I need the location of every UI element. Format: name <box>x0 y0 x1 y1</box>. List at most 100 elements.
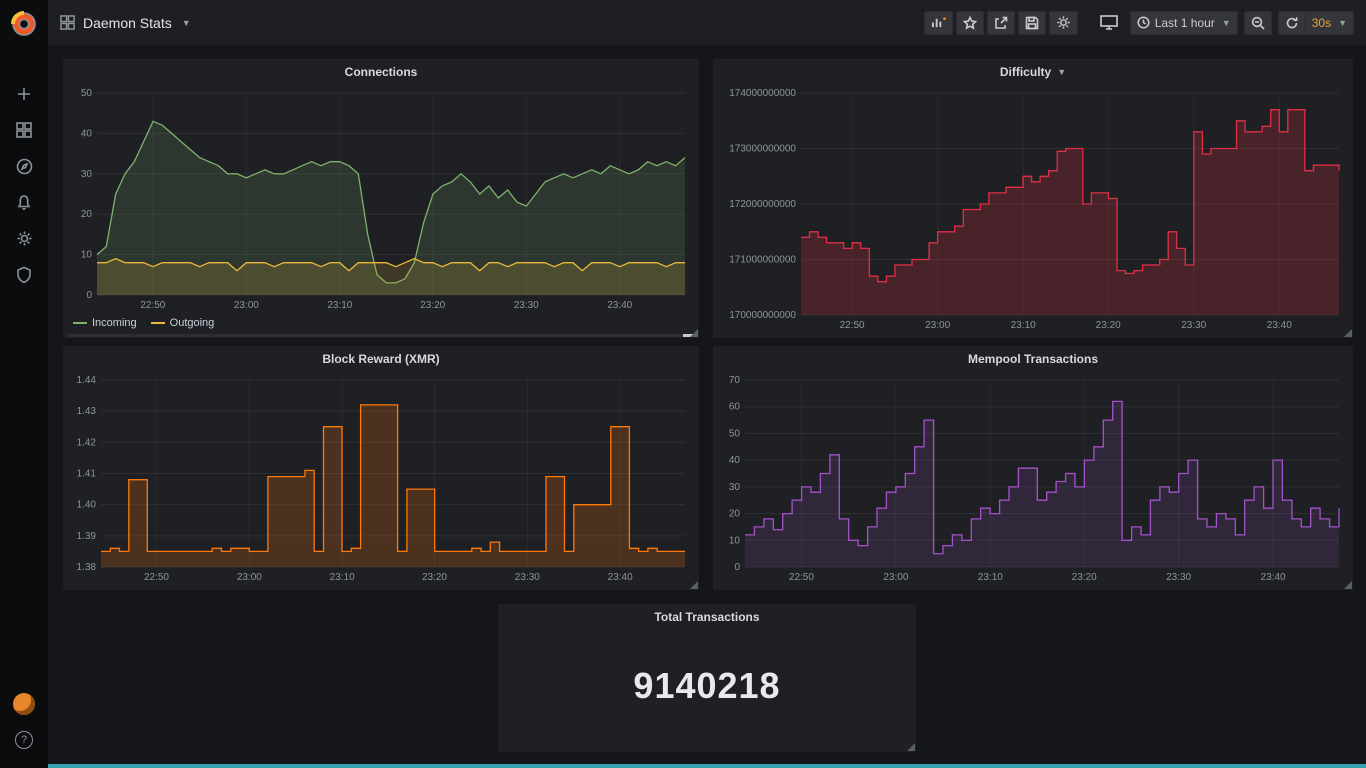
svg-text:23:40: 23:40 <box>1267 320 1292 331</box>
mempool-chart[interactable]: 01020304050607022:5023:0023:1023:2023:30… <box>717 372 1347 584</box>
panel-block-reward: Block Reward (XMR) 1.38 1.39 1.40 1.41 1.42 1… <box>62 345 700 591</box>
explore-compass-icon[interactable] <box>0 148 48 184</box>
panel-title-mempool[interactable]: Mempool Transactions <box>713 346 1353 372</box>
panel-resize-handle[interactable] <box>1344 581 1352 589</box>
alerting-bell-icon[interactable] <box>0 184 48 220</box>
svg-text:40: 40 <box>81 128 93 139</box>
svg-text:22:50: 22:50 <box>789 572 814 583</box>
svg-text:1.44: 1.44 <box>77 375 97 386</box>
panel-title-connections[interactable]: Connections <box>63 59 699 85</box>
svg-text:22:50: 22:50 <box>140 300 165 311</box>
panel-title-difficulty[interactable]: Difficulty▼ <box>713 59 1353 85</box>
time-range-caret-icon: ▼ <box>1222 18 1231 28</box>
svg-text:23:40: 23:40 <box>607 300 632 311</box>
svg-text:23:20: 23:20 <box>420 300 445 311</box>
panel-connections: Connections 0 10 20 30 40 50 22:50 23:00 23:10 23… <box>62 58 700 339</box>
refresh-interval-dropdown[interactable]: 30s ▼ <box>1305 11 1354 35</box>
sidebar: ? <box>0 0 48 768</box>
svg-text:174000000000: 174000000000 <box>729 88 796 99</box>
dashboard-title[interactable]: Daemon Stats <box>83 15 172 31</box>
zoom-out-button[interactable] <box>1244 11 1272 35</box>
svg-text:172000000000: 172000000000 <box>729 199 796 210</box>
configuration-gear-icon[interactable] <box>0 220 48 256</box>
svg-text:0: 0 <box>734 562 740 573</box>
plus-icon[interactable] <box>0 76 48 112</box>
svg-text:1.40: 1.40 <box>77 500 97 511</box>
legend-item-incoming[interactable]: Incoming <box>73 317 137 329</box>
server-admin-shield-icon[interactable] <box>0 256 48 292</box>
panel-resize-handle[interactable] <box>690 581 698 589</box>
svg-text:23:10: 23:10 <box>978 572 1003 583</box>
svg-text:20: 20 <box>81 209 93 220</box>
svg-text:173000000000: 173000000000 <box>729 144 796 155</box>
svg-text:1.38: 1.38 <box>77 562 97 573</box>
time-range-picker[interactable]: Last 1 hour ▼ <box>1130 11 1238 35</box>
svg-text:30: 30 <box>729 482 741 493</box>
panel-total-transactions: Total Transactions 9140218 <box>497 603 917 753</box>
svg-text:1.42: 1.42 <box>77 437 97 448</box>
add-panel-button[interactable] <box>924 11 953 35</box>
dashboards-icon[interactable] <box>0 112 48 148</box>
svg-text:22:50: 22:50 <box>840 320 865 331</box>
legend-swatch-icon <box>73 322 87 324</box>
svg-text:1.39: 1.39 <box>77 531 97 542</box>
block-reward-chart[interactable]: 1.381.391.401.411.421.431.4422:5023:0023… <box>67 372 693 584</box>
connections-legend: Incoming Outgoing <box>73 314 214 332</box>
top-navbar: Daemon Stats ▼ Last 1 hour <box>48 0 1366 45</box>
time-range-label: Last 1 hour <box>1155 16 1215 30</box>
svg-text:10: 10 <box>729 535 741 546</box>
dashboard-title-caret-icon[interactable]: ▼ <box>182 18 191 28</box>
svg-text:23:10: 23:10 <box>1011 320 1036 331</box>
refresh-combo: 30s ▼ <box>1278 11 1354 35</box>
svg-text:23:40: 23:40 <box>608 572 633 583</box>
svg-text:23:00: 23:00 <box>925 320 950 331</box>
panel-difficulty: Difficulty▼ 170000000000 171000000000 1720… <box>712 58 1354 339</box>
share-button[interactable] <box>987 11 1015 35</box>
connections-chart[interactable]: 0 10 20 30 40 50 22:50 23:00 23:10 23:20 23:30 23:4… <box>67 85 693 312</box>
svg-text:0: 0 <box>86 290 92 301</box>
svg-text:23:00: 23:00 <box>234 300 259 311</box>
svg-text:1.41: 1.41 <box>77 469 97 480</box>
refresh-interval-label: 30s <box>1312 16 1331 30</box>
svg-text:23:10: 23:10 <box>330 572 355 583</box>
svg-text:23:30: 23:30 <box>1181 320 1206 331</box>
panel-title-block-reward[interactable]: Block Reward (XMR) <box>63 346 699 372</box>
svg-text:40: 40 <box>729 455 741 466</box>
svg-text:23:30: 23:30 <box>515 572 540 583</box>
svg-text:23:40: 23:40 <box>1261 572 1286 583</box>
svg-text:30: 30 <box>81 169 93 180</box>
legend-item-outgoing[interactable]: Outgoing <box>151 317 215 329</box>
panel-resize-handle[interactable] <box>1344 329 1352 337</box>
svg-text:23:00: 23:00 <box>237 572 262 583</box>
difficulty-chart[interactable]: 170000000000 171000000000 172000000000 1730… <box>717 85 1347 332</box>
panel-resize-handle[interactable] <box>690 329 698 337</box>
save-button[interactable] <box>1018 11 1046 35</box>
svg-text:23:30: 23:30 <box>514 300 539 311</box>
refresh-button[interactable] <box>1278 11 1305 35</box>
cycle-view-monitor-button[interactable] <box>1094 11 1124 35</box>
svg-text:23:10: 23:10 <box>327 300 352 311</box>
grafana-logo[interactable] <box>0 6 48 42</box>
svg-text:1.43: 1.43 <box>77 406 97 417</box>
panel-resize-handle[interactable] <box>907 743 915 751</box>
svg-text:171000000000: 171000000000 <box>729 255 796 266</box>
panel-title-total-transactions[interactable]: Total Transactions <box>498 604 916 630</box>
help-icon[interactable]: ? <box>0 722 48 758</box>
refresh-caret-icon: ▼ <box>1338 18 1347 28</box>
legend-label: Outgoing <box>170 317 215 329</box>
bottom-accent-bar <box>0 764 1366 768</box>
panel-settings-button[interactable] <box>1049 11 1078 35</box>
star-button[interactable] <box>956 11 984 35</box>
legend-swatch-icon <box>151 322 165 324</box>
svg-text:10: 10 <box>81 250 93 261</box>
panel-menu-caret-icon[interactable]: ▼ <box>1057 67 1066 77</box>
dashboard-grid-icon[interactable] <box>60 15 75 30</box>
svg-text:23:30: 23:30 <box>1166 572 1191 583</box>
legend-label: Incoming <box>92 317 137 329</box>
legend-scrollbar[interactable] <box>67 334 695 337</box>
svg-text:70: 70 <box>729 375 741 386</box>
svg-text:170000000000: 170000000000 <box>729 310 796 321</box>
user-avatar[interactable] <box>0 686 48 722</box>
svg-text:23:20: 23:20 <box>422 572 447 583</box>
svg-text:50: 50 <box>81 88 93 99</box>
